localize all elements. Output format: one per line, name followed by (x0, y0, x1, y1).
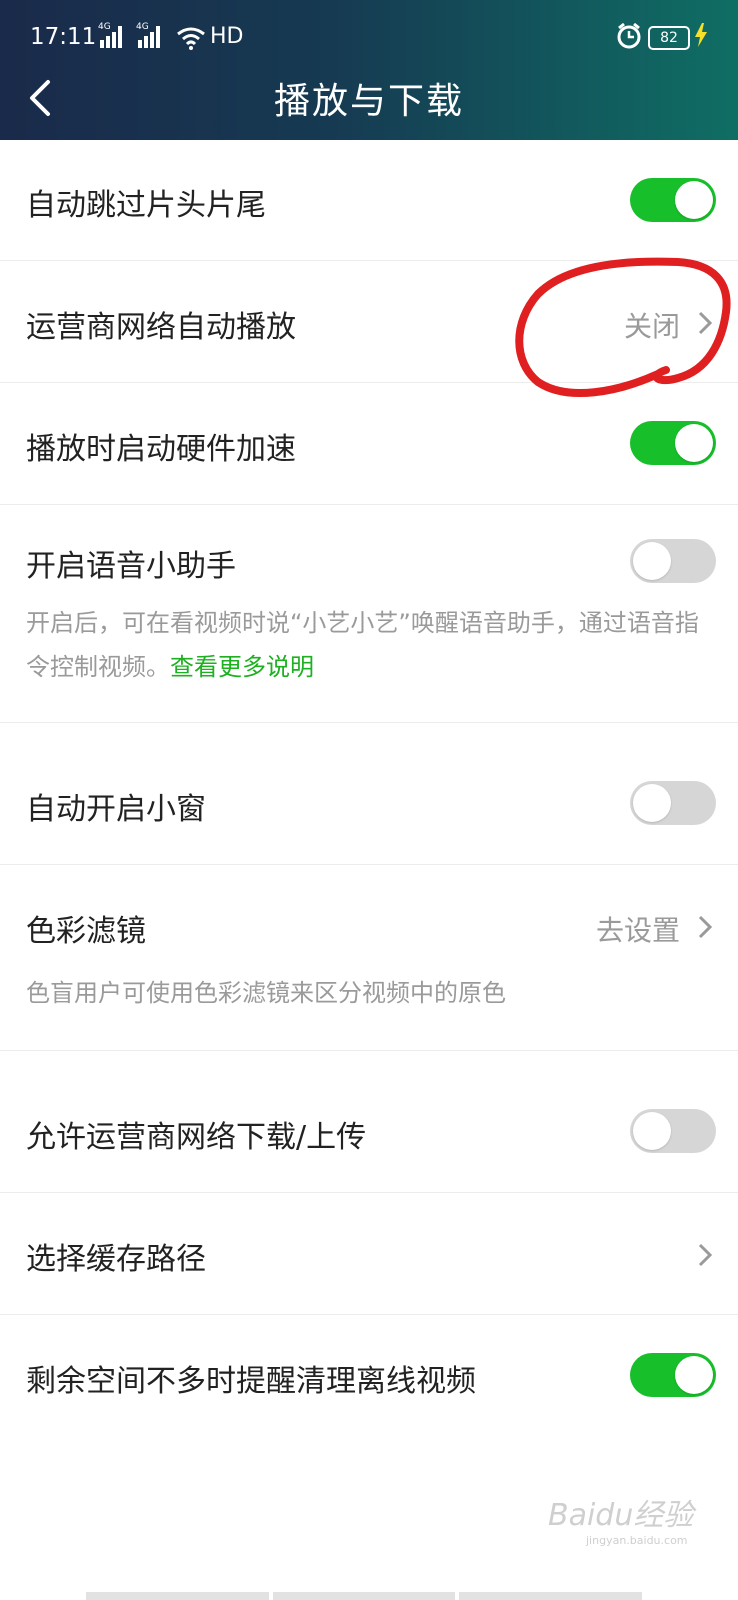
voice-assistant-toggle[interactable] (630, 539, 716, 583)
chevron-right-icon (698, 311, 713, 335)
low-space-reminder-toggle[interactable] (630, 1353, 716, 1397)
chevron-right-icon (698, 1243, 713, 1267)
auto-mini-window-toggle[interactable] (630, 781, 716, 825)
alarm-icon (617, 22, 641, 49)
status-bar: 17:11 4G 4G HD 82 (0, 18, 738, 58)
setting-label: 开启语音小助手 (26, 549, 236, 584)
setting-label: 运营商网络自动播放 (26, 310, 296, 345)
hw-accel-toggle[interactable] (630, 421, 716, 465)
setting-label: 剩余空间不多时提醒清理离线视频 (26, 1364, 476, 1399)
wifi-icon (177, 27, 205, 50)
battery-icon: 82 (648, 26, 690, 50)
cellular-signal-icon: 4G (98, 22, 122, 48)
chevron-right-icon (698, 915, 713, 939)
setting-label: 播放时启动硬件加速 (26, 432, 296, 467)
baidu-watermark: Baidu经验 (548, 1498, 694, 1533)
setting-label: 自动开启小窗 (26, 792, 206, 827)
bottom-nav-indicator (86, 1592, 643, 1600)
page-title: 播放与下载 (273, 81, 464, 122)
setting-row-color-filter[interactable]: 色彩滤镜 去设置 色盲用户可使用色彩滤镜来区分视频中的原色 (0, 865, 738, 1051)
status-time: 17:11 (30, 24, 97, 50)
setting-row-skip-intro: 自动跳过片头片尾 (0, 140, 738, 261)
setting-value: 去设置 (595, 914, 680, 947)
setting-row-voice-assistant: 开启语音小助手 开启后，可在看视频时说“小艺小艺”唤醒语音助手，通过语音指令控制… (0, 505, 738, 723)
setting-row-low-space-reminder: 剩余空间不多时提醒清理离线视频 (0, 1315, 738, 1436)
setting-description: 开启后，可在看视频时说“小艺小艺”唤醒语音助手，通过语音指令控制视频。查看更多说… (26, 609, 699, 681)
setting-label: 选择缓存路径 (26, 1242, 206, 1277)
setting-row-auto-mini-window: 自动开启小窗 (0, 743, 738, 865)
skip-intro-toggle[interactable] (630, 178, 716, 222)
setting-row-carrier-autoplay[interactable]: 运营商网络自动播放 关闭 (0, 261, 738, 383)
setting-description: 色盲用户可使用色彩滤镜来区分视频中的原色 (26, 979, 506, 1007)
app-header: 17:11 4G 4G HD 82 播放与下载 (0, 0, 738, 140)
setting-value: 关闭 (623, 310, 680, 343)
baidu-watermark-url: jingyan.baidu.com (586, 1534, 688, 1547)
setting-label: 色彩滤镜 (26, 914, 146, 949)
hd-indicator: HD (210, 24, 244, 49)
carrier-download-toggle[interactable] (630, 1109, 716, 1153)
setting-row-hw-accel: 播放时启动硬件加速 (0, 383, 738, 505)
setting-row-cache-path[interactable]: 选择缓存路径 (0, 1193, 738, 1315)
charging-icon (695, 23, 707, 47)
setting-label: 自动跳过片头片尾 (26, 188, 266, 223)
setting-row-carrier-download: 允许运营商网络下载/上传 (0, 1071, 738, 1193)
setting-label: 允许运营商网络下载/上传 (26, 1120, 367, 1155)
more-info-link[interactable]: 查看更多说明 (170, 653, 314, 681)
cellular-signal-2-icon: 4G (136, 22, 160, 48)
